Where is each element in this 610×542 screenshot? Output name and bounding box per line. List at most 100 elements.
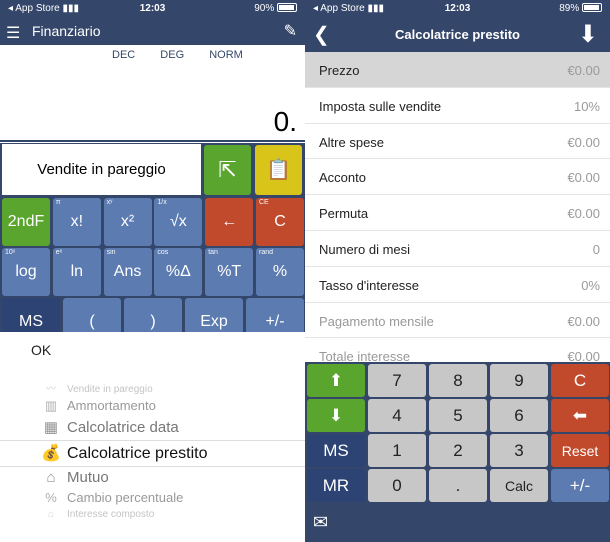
picker-item[interactable]: ⌂ Interesse composto — [40, 509, 300, 520]
picker-item[interactable]: 💰 Calcolatrice prestito — [40, 443, 300, 463]
picker-item-label: Vendite in pareggio — [67, 384, 153, 395]
key-2[interactable]: 2 — [429, 434, 487, 467]
key-2ndf[interactable]: 2ndF — [2, 198, 50, 246]
key-label: ( — [89, 313, 95, 330]
picker-item-icon: ▦ — [43, 419, 59, 436]
key-7[interactable]: 7 — [368, 364, 426, 397]
key-secondary-label: rand — [259, 249, 274, 256]
form-row[interactable]: Pagamento mensile €0.00 — [305, 303, 610, 339]
form-row[interactable]: Altre spese €0.00 — [305, 124, 610, 160]
menu-icon[interactable]: ☰ — [6, 23, 20, 43]
key-5[interactable]: 5 — [429, 399, 487, 432]
key-up-arrow[interactable]: ⬆ — [307, 364, 365, 397]
form-row[interactable]: Totale interesse €0.00 — [305, 338, 610, 362]
key-decimal[interactable]: . — [429, 469, 487, 502]
key-down-arrow[interactable]: ⬇ — [307, 399, 365, 432]
key-label: x! — [70, 213, 84, 230]
picker-item-label: Mutuo — [67, 469, 109, 486]
form-row-value: 0% — [581, 277, 600, 293]
key-backspace[interactable]: ← — [205, 198, 254, 246]
key-label: MS — [19, 313, 43, 330]
key-ln[interactable]: eˣ ln — [52, 248, 101, 296]
key-ms[interactable]: MS — [307, 434, 365, 467]
mode-dec: DEC — [112, 49, 136, 61]
key-label: 1 — [392, 440, 402, 460]
nav-title: Finanziario — [32, 23, 101, 39]
key-reset[interactable]: Reset — [551, 434, 609, 467]
key-label: 0 — [392, 475, 402, 495]
ok-button[interactable]: OK — [31, 342, 51, 358]
share-icon[interactable]: ⇱ — [204, 145, 251, 195]
key-log[interactable]: 10ˣ log — [2, 248, 50, 296]
key-secondary-label: tan — [208, 249, 218, 256]
picker-item-icon: ▥ — [44, 398, 58, 413]
key-clear[interactable]: CE C — [256, 198, 304, 246]
key-9[interactable]: 9 — [490, 364, 548, 397]
picker-item[interactable]: ▥ Ammortamento — [40, 398, 300, 414]
key-label: MR — [322, 475, 350, 495]
picker-item[interactable]: % Cambio percentuale — [40, 490, 300, 505]
picker-item-icon: 💰 — [41, 445, 61, 462]
key-6[interactable]: 6 — [490, 399, 548, 432]
left-screen: ◂ App Store ▮▮▮ 12:03 90% ☰ Finanziario … — [0, 0, 305, 542]
picker-item[interactable]: ▦ Calcolatrice data — [40, 418, 300, 436]
key-label: 4 — [392, 405, 402, 425]
mail-icon[interactable]: ✉ — [313, 512, 328, 533]
key-8[interactable]: 8 — [429, 364, 487, 397]
key-label: x² — [120, 213, 135, 230]
key-label: C — [274, 213, 286, 230]
battery-indicator: 90% — [254, 3, 297, 14]
clipboard-icon[interactable]: 📋 — [255, 145, 302, 195]
nav-bar: ❮ Calcolatrice prestito ⬇ — [305, 17, 610, 52]
key-percent-total[interactable]: tan %T — [205, 248, 254, 296]
status-bar: ◂ App Store ▮▮▮ 12:03 89% — [305, 0, 610, 17]
key-3[interactable]: 3 — [490, 434, 548, 467]
key-mr[interactable]: MR — [307, 469, 365, 502]
form-row[interactable]: Imposta sulle vendite 10% — [305, 88, 610, 124]
form-row-value: €0.00 — [567, 349, 600, 362]
key-factorial[interactable]: π x! — [52, 198, 101, 246]
key-label: Exp — [200, 313, 228, 330]
key-secondary-label: eˣ — [55, 249, 62, 256]
key-label: %Δ — [165, 263, 191, 280]
form-row[interactable]: Acconto €0.00 — [305, 159, 610, 196]
form-row[interactable]: Prezzo €0.00 — [305, 52, 610, 88]
key-label: % — [272, 263, 288, 280]
key-clear[interactable]: C — [551, 364, 609, 397]
key-label: %T — [217, 263, 242, 280]
key-label: ⬅ — [572, 405, 588, 425]
display-value: 0. — [273, 106, 297, 137]
key-secondary-label: CE — [259, 199, 269, 206]
key-calc[interactable]: Calc — [490, 469, 548, 502]
download-icon[interactable]: ⬇ — [578, 20, 598, 49]
form-row[interactable]: Tasso d'interesse 0% — [305, 267, 610, 303]
picker-item-label: Cambio percentuale — [67, 490, 184, 505]
form-row-label: Imposta sulle vendite — [319, 98, 442, 114]
picker-item-icon: % — [45, 490, 57, 505]
key-sqrt[interactable]: 1/x √x — [154, 198, 203, 246]
key-ans[interactable]: sin Ans — [103, 248, 152, 296]
key-4[interactable]: 4 — [368, 399, 426, 432]
picker-item[interactable]: 〰 Vendite in pareggio — [40, 380, 300, 395]
key-plus-minus[interactable]: +/- — [551, 469, 609, 502]
key-percent-delta[interactable]: cos %Δ — [154, 248, 203, 296]
key-label: 2 — [453, 440, 463, 460]
pen-icon[interactable]: ✎ — [284, 21, 297, 41]
key-secondary-label: 1/x — [157, 199, 167, 206]
key-1[interactable]: 1 — [368, 434, 426, 467]
picker-item[interactable]: ⌂ Mutuo — [40, 469, 300, 486]
function-selector[interactable]: Vendite in pareggio — [2, 144, 201, 195]
key-label: ← — [221, 213, 238, 230]
key-0[interactable]: 0 — [368, 469, 426, 502]
key-square[interactable]: xʸ x² — [103, 198, 152, 246]
form-row[interactable]: Numero di mesi 0 — [305, 231, 610, 267]
calculator-display: DEC DEG NORM 0. — [0, 45, 305, 142]
key-label: . — [455, 475, 461, 495]
picker-item-icon: ⌂ — [47, 509, 55, 520]
form-row[interactable]: Permuta €0.00 — [305, 195, 610, 231]
key-secondary-label: cos — [157, 249, 169, 256]
key-percent[interactable]: rand% — [256, 248, 304, 296]
key-backspace[interactable]: ⬅ — [551, 399, 609, 432]
key-secondary-label: 10ˣ — [5, 249, 16, 256]
picker-item-icon: ⌂ — [46, 469, 56, 486]
